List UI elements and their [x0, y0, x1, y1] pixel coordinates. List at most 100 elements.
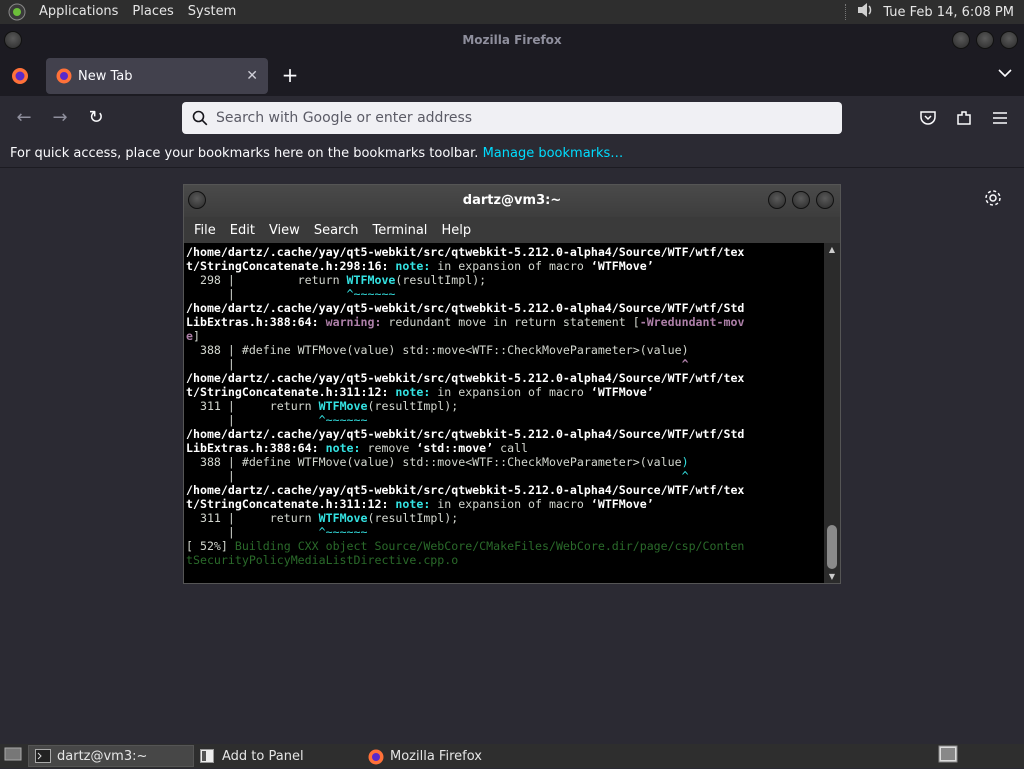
workspace-switcher-icon[interactable]	[938, 745, 958, 767]
terminal-menu-help[interactable]: Help	[434, 223, 478, 238]
terminal-text: 311 | return	[186, 511, 319, 525]
terminal-text: note:	[395, 259, 431, 273]
firefox-favicon-icon	[56, 68, 72, 84]
new-tab-button[interactable]: +	[278, 64, 302, 88]
taskbar-item-add-to-panel[interactable]: Add to Panel	[194, 745, 362, 767]
terminal-text: WTFMove	[318, 511, 368, 525]
forward-arrow-icon[interactable]: →	[48, 106, 72, 130]
menu-applications[interactable]: Applications	[32, 0, 125, 24]
terminal-menu-terminal[interactable]: Terminal	[365, 223, 434, 238]
window-title: Mozilla Firefox	[462, 33, 562, 47]
terminal-text: redundant move in return statement [	[381, 315, 640, 329]
menu-places[interactable]: Places	[125, 0, 180, 24]
terminal-text: e	[186, 329, 193, 343]
terminal-text: ‘WTFMove’	[590, 385, 654, 399]
address-input[interactable]	[216, 110, 816, 126]
terminal-text: in expansion of macro	[430, 259, 591, 273]
terminal-window-menu-button[interactable]	[188, 191, 206, 209]
terminal-scrollbar[interactable]: ▲ ▼	[824, 243, 840, 583]
back-arrow-icon[interactable]: ←	[12, 106, 36, 130]
firefox-view-icon[interactable]	[11, 67, 29, 89]
terminal-line: /home/dartz/.cache/yay/qt5-webkit/src/qt…	[186, 427, 826, 441]
taskbar-item-terminal[interactable]: dartz@vm3:~	[28, 745, 194, 767]
pocket-icon[interactable]	[918, 108, 938, 128]
terminal-line: LibExtras.h:388:64: note: remove ‘std::m…	[186, 441, 826, 455]
gnome-foot-icon[interactable]	[6, 1, 28, 23]
scroll-up-arrow-icon[interactable]: ▲	[824, 245, 840, 254]
terminal-line: LibExtras.h:388:64: warning: redundant m…	[186, 315, 826, 329]
nav-bar: ← → ↻	[0, 96, 1024, 140]
tab-bar: New Tab ✕ +	[0, 56, 1024, 96]
scrollbar-thumb[interactable]	[827, 525, 837, 569]
terminal-text: in expansion of macro	[430, 385, 591, 399]
window-menu-button[interactable]	[4, 31, 22, 49]
terminal-menubar: File Edit View Search Terminal Help	[184, 217, 840, 243]
terminal-menu-view[interactable]: View	[262, 223, 307, 238]
scroll-down-arrow-icon[interactable]: ▼	[824, 572, 840, 581]
terminal-text: |	[186, 469, 682, 483]
terminal-line: 298 | return WTFMove(resultImpl);	[186, 273, 826, 287]
taskbar-item-firefox[interactable]: Mozilla Firefox	[362, 745, 542, 767]
terminal-text: t/StringConcatenate.h:311:12:	[186, 497, 396, 511]
terminal-line: /home/dartz/.cache/yay/qt5-webkit/src/qt…	[186, 371, 826, 385]
list-tabs-chevron-icon[interactable]	[998, 66, 1012, 82]
terminal-text: |	[186, 413, 319, 427]
reload-icon[interactable]: ↻	[84, 106, 108, 130]
tab-new-tab[interactable]: New Tab ✕	[46, 58, 268, 94]
terminal-line: t/StringConcatenate.h:298:16: note: in e…	[186, 259, 826, 273]
terminal-maximize-button[interactable]	[792, 191, 810, 209]
taskbar-label: Add to Panel	[222, 748, 304, 764]
terminal-window[interactable]: dartz@vm3:~ File Edit View Search Termin…	[183, 184, 841, 584]
show-desktop-icon[interactable]	[4, 746, 22, 766]
manage-bookmarks-link[interactable]: Manage bookmarks…	[483, 146, 624, 161]
terminal-text: WTFMove	[318, 399, 368, 413]
terminal-titlebar[interactable]: dartz@vm3:~	[184, 185, 840, 217]
terminal-line: | ^	[186, 469, 826, 483]
terminal-menu-edit[interactable]: Edit	[223, 223, 262, 238]
terminal-text: note:	[395, 385, 431, 399]
terminal-text: ‘WTFMove’	[590, 497, 654, 511]
terminal-menu-search[interactable]: Search	[307, 223, 366, 238]
terminal-window-controls	[768, 191, 834, 209]
terminal-text: 311 | return	[186, 399, 319, 413]
minimize-button[interactable]	[952, 31, 970, 49]
clock[interactable]: Tue Feb 14, 6:08 PM	[883, 5, 1014, 20]
terminal-text: t/StringConcatenate.h:298:16:	[186, 259, 396, 273]
terminal-text: LibExtras.h:388:64:	[186, 441, 326, 455]
terminal-text: warning:	[325, 315, 382, 329]
terminal-text: Building CXX object Source/WebCore/CMake…	[234, 539, 745, 553]
firefox-titlebar: Mozilla Firefox	[0, 24, 1024, 56]
terminal-text: ^~~~~~~	[318, 413, 368, 427]
taskbar-label: Mozilla Firefox	[390, 748, 482, 764]
url-bar[interactable]	[182, 102, 842, 134]
terminal-text: ]	[192, 329, 200, 343]
terminal-minimize-button[interactable]	[768, 191, 786, 209]
search-icon	[192, 110, 208, 126]
hamburger-menu-icon[interactable]	[990, 108, 1010, 128]
close-window-button[interactable]	[1000, 31, 1018, 49]
extensions-icon[interactable]	[954, 108, 974, 128]
terminal-line: 311 | return WTFMove(resultImpl);	[186, 511, 826, 525]
terminal-line: 388 | #define WTFMove(value) std::move<W…	[186, 455, 826, 469]
terminal-line: t/StringConcatenate.h:311:12: note: in e…	[186, 497, 826, 511]
maximize-button[interactable]	[976, 31, 994, 49]
terminal-text: ^~~~~~~	[346, 287, 396, 301]
menu-system[interactable]: System	[181, 0, 243, 24]
terminal-text: |	[186, 287, 347, 301]
terminal-close-button[interactable]	[816, 191, 834, 209]
terminal-text: call	[493, 441, 529, 455]
gear-icon[interactable]	[984, 189, 1002, 207]
terminal-text: note:	[395, 497, 431, 511]
terminal-text: note:	[325, 441, 361, 455]
terminal-text: -Wredundant-mov	[639, 315, 745, 329]
volume-icon[interactable]	[855, 1, 875, 23]
terminal-text: (resultImpl);	[395, 273, 487, 287]
terminal-line: /home/dartz/.cache/yay/qt5-webkit/src/qt…	[186, 301, 826, 315]
terminal-output[interactable]: /home/dartz/.cache/yay/qt5-webkit/src/qt…	[184, 243, 826, 583]
terminal-menu-file[interactable]: File	[187, 223, 223, 238]
close-tab-icon[interactable]: ✕	[246, 68, 258, 84]
terminal-text: /home/dartz/.cache/yay/qt5-webkit/src/qt…	[186, 371, 745, 385]
terminal-line: [ 52%] Building CXX object Source/WebCor…	[186, 539, 826, 553]
terminal-line: | ^~~~~~~	[186, 525, 826, 539]
terminal-text: ‘std::move’	[416, 441, 494, 455]
